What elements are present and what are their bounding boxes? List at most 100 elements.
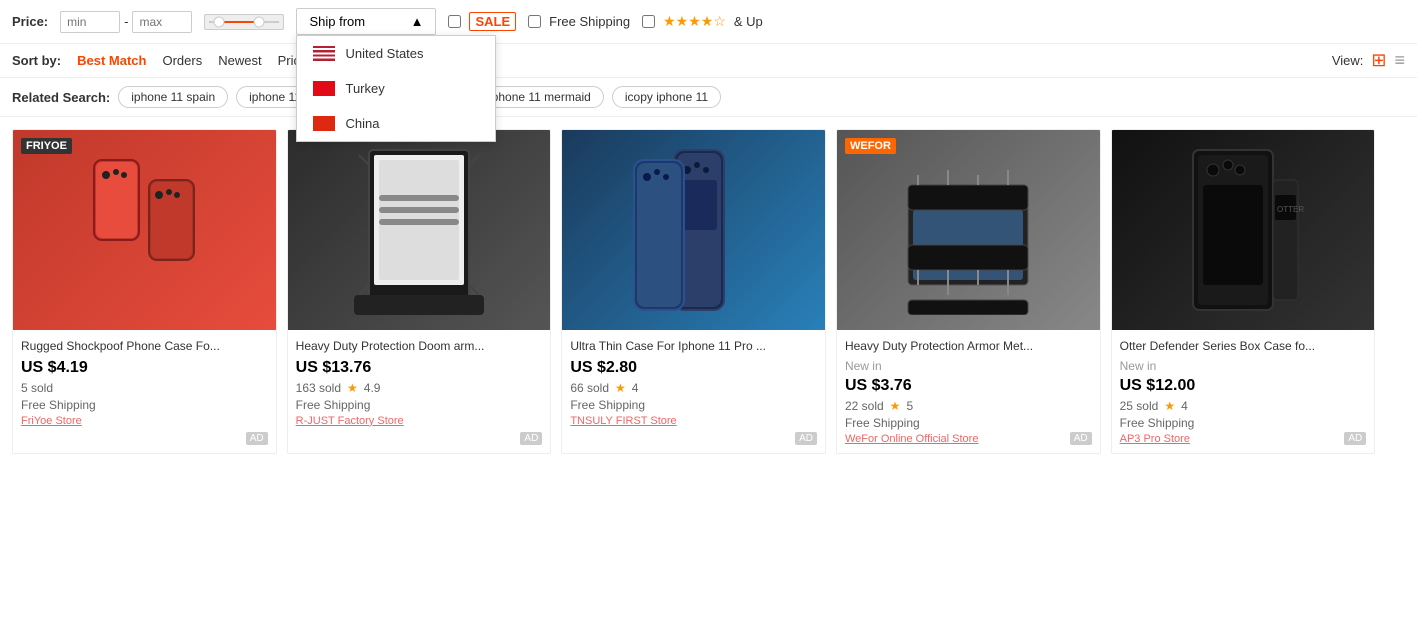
product-price-1: US $4.19: [21, 359, 268, 377]
product-price-3: US $2.80: [570, 359, 817, 377]
sold-count-2: 163 sold: [296, 381, 341, 395]
filter-bar: Price: - Ship from ▲ United States Turke…: [0, 0, 1417, 44]
country-us-label: United States: [345, 46, 423, 61]
related-tag-0[interactable]: iphone 11 spain: [118, 86, 228, 108]
product-badge-4: WEFOR: [845, 138, 896, 154]
country-tr-label: Turkey: [345, 81, 384, 96]
product-shipping-2: Free Shipping: [296, 398, 543, 412]
rating-2: 4.9: [364, 381, 381, 395]
product-price-4: US $3.76: [845, 377, 1092, 395]
product-info-2: Heavy Duty Protection Doom arm... US $13…: [288, 330, 551, 435]
ship-from-dropdown[interactable]: Ship from ▲ United States Turkey China: [296, 8, 436, 35]
flag-tr-icon: [313, 81, 335, 96]
product-store-1[interactable]: FriYoe Store: [21, 415, 268, 427]
star-icon-5: ★: [1164, 399, 1175, 413]
free-shipping-label: Free Shipping: [549, 14, 630, 29]
rating-label: & Up: [734, 14, 763, 29]
view-controls: View: ⊞ ≡: [1332, 50, 1405, 71]
product-card-2[interactable]: Heavy Duty Protection Doom arm... US $13…: [287, 129, 552, 454]
sold-count-1: 5 sold: [21, 381, 53, 395]
rating-5: 4: [1181, 399, 1188, 413]
product-image-1: [13, 130, 276, 330]
product-shipping-1: Free Shipping: [21, 398, 268, 412]
product-info-4: Heavy Duty Protection Armor Met... New i…: [837, 330, 1100, 453]
product-card-5[interactable]: OTTER Otter Defender Series Box Case fo.…: [1111, 129, 1376, 454]
country-cn-label: China: [345, 116, 379, 131]
related-tag-4[interactable]: icopy iphone 11: [612, 86, 721, 108]
product-sold-2: 163 sold ★ 4.9: [296, 381, 543, 395]
product-card-1[interactable]: FRIYOE Rugged Shockpoof Phone Case Fo...…: [12, 129, 277, 454]
price-label: Price:: [12, 14, 48, 29]
product-sold-4: 22 sold ★ 5: [845, 399, 1092, 413]
product-price-2: US $13.76: [296, 359, 543, 377]
product-store-3[interactable]: TNSULY FIRST Store: [570, 415, 817, 427]
ad-badge-1: AD: [246, 432, 268, 445]
related-search-label: Related Search:: [12, 90, 110, 105]
view-list-icon[interactable]: ≡: [1394, 50, 1405, 71]
product-image-3: [562, 130, 825, 330]
price-inputs: -: [60, 11, 192, 33]
product-new-in-5: New in: [1120, 359, 1367, 373]
ad-badge-4: AD: [1070, 432, 1092, 445]
product-sold-3: 66 sold ★ 4: [570, 381, 817, 395]
free-shipping-checkbox[interactable]: [528, 15, 541, 28]
rating-3: 4: [632, 381, 639, 395]
product-image-5: OTTER: [1112, 130, 1375, 330]
stars-icon: ★★★★☆: [663, 13, 726, 30]
star-icon-2: ★: [347, 381, 358, 395]
product-new-in-4: New in: [845, 359, 1092, 373]
product-store-5[interactable]: AP3 Pro Store: [1120, 433, 1367, 445]
rating-filter-group: ★★★★☆ & Up: [642, 13, 763, 30]
flag-us-icon: [313, 46, 335, 61]
price-min-input[interactable]: [60, 11, 120, 33]
sort-orders[interactable]: Orders: [162, 53, 202, 68]
ad-badge-2: AD: [520, 432, 542, 445]
chevron-up-icon: ▲: [411, 14, 424, 29]
product-info-3: Ultra Thin Case For Iphone 11 Pro ... US…: [562, 330, 825, 435]
product-title-1: Rugged Shockpoof Phone Case Fo...: [21, 338, 268, 355]
sold-count-4: 22 sold: [845, 399, 884, 413]
ship-from-us[interactable]: United States: [297, 36, 495, 71]
product-sold-1: 5 sold: [21, 381, 268, 395]
flag-cn-icon: [313, 116, 335, 131]
product-sold-5: 25 sold ★ 4: [1120, 399, 1367, 413]
ship-from-tr[interactable]: Turkey: [297, 71, 495, 106]
svg-text:OTTER: OTTER: [1277, 205, 1304, 214]
star-icon-3: ★: [615, 381, 626, 395]
product-shipping-4: Free Shipping: [845, 416, 1092, 430]
ship-from-cn[interactable]: China: [297, 106, 495, 141]
product-image-2: [288, 130, 551, 330]
sale-filter-group: SALE: [448, 12, 516, 31]
view-label: View:: [1332, 53, 1364, 68]
product-shipping-3: Free Shipping: [570, 398, 817, 412]
ad-badge-3: AD: [795, 432, 817, 445]
sale-badge: SALE: [469, 12, 516, 31]
product-shipping-5: Free Shipping: [1120, 416, 1367, 430]
ad-badge-5: AD: [1344, 432, 1366, 445]
sort-newest[interactable]: Newest: [218, 53, 261, 68]
sort-best-match[interactable]: Best Match: [77, 53, 146, 68]
ship-from-button[interactable]: Ship from ▲: [296, 8, 436, 35]
sold-count-3: 66 sold: [570, 381, 609, 395]
product-title-5: Otter Defender Series Box Case fo...: [1120, 338, 1367, 355]
product-store-4[interactable]: WeFor Online Official Store: [845, 433, 1092, 445]
rating-4: 5: [906, 399, 913, 413]
sale-checkbox[interactable]: [448, 15, 461, 28]
sort-bar: Sort by: Best Match Orders Newest Price …: [0, 44, 1417, 78]
rating-checkbox[interactable]: [642, 15, 655, 28]
product-title-2: Heavy Duty Protection Doom arm...: [296, 338, 543, 355]
product-card-4[interactable]: WEFOR Heavy Duty Protection Armor Met...…: [836, 129, 1101, 454]
ship-from-label: Ship from: [309, 14, 365, 29]
product-store-2[interactable]: R-JUST Factory Store: [296, 415, 543, 427]
product-info-1: Rugged Shockpoof Phone Case Fo... US $4.…: [13, 330, 276, 435]
sold-count-5: 25 sold: [1120, 399, 1159, 413]
free-shipping-filter-group: Free Shipping: [528, 14, 630, 29]
product-title-3: Ultra Thin Case For Iphone 11 Pro ...: [570, 338, 817, 355]
price-range-bar[interactable]: [204, 14, 284, 30]
product-badge-1: FRIYOE: [21, 138, 72, 154]
view-grid-icon[interactable]: ⊞: [1371, 50, 1386, 71]
related-search-bar: Related Search: iphone 11 spain iphone 1…: [0, 78, 1417, 117]
sort-label: Sort by:: [12, 53, 61, 68]
product-card-3[interactable]: Ultra Thin Case For Iphone 11 Pro ... US…: [561, 129, 826, 454]
price-max-input[interactable]: [132, 11, 192, 33]
